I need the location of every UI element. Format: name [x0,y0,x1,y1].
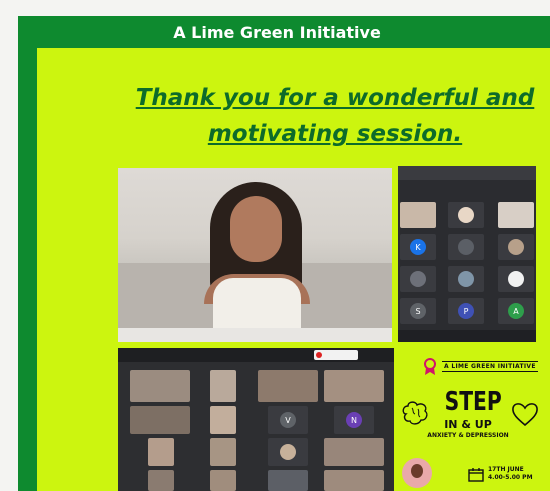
participant-photo [458,239,474,255]
banner-title: A Lime Green Initiative [173,22,381,42]
heart-icon [512,403,538,427]
poster-date: 17TH JUNE [488,466,524,473]
participant-tile [448,202,484,228]
participant-tile [400,202,436,228]
participant-tile [448,266,484,292]
poster-date-time: 17TH JUNE 4.00-5.00 PM [488,466,533,482]
participant-avatar: N [346,412,362,428]
participant-tile [148,438,174,466]
headline-line-2: motivating session. [207,121,463,147]
participant-tile [130,406,190,434]
participant-tile [210,438,236,466]
brain-icon [402,401,428,425]
participant-tile [324,370,384,402]
poster-title: STEP [444,387,502,417]
participant-tile [130,370,190,402]
record-dot-icon [316,352,322,358]
meeting-grid-right: K S P A [398,166,536,342]
participant-tile [400,266,436,292]
poster-subtitle: IN & UP [444,418,492,431]
participant-tile [268,438,308,466]
headline-line-1: Thank you for a wonderful and [135,85,535,111]
participant-photo [458,207,474,223]
browser-tab-bar [398,166,536,180]
participant-tile: S [400,298,436,324]
speaker-photo [402,458,432,488]
video-bottom-bar [118,328,392,342]
participant-photo [458,271,474,287]
speaker-head [411,464,423,478]
participant-tile [498,266,534,292]
participant-tile: V [268,406,308,434]
participant-tile: A [498,298,534,324]
ribbon-icon [424,358,436,375]
participant-avatar: P [458,303,474,319]
participant-avatar: S [410,303,426,319]
speaker-face [230,196,282,262]
participant-tile [324,470,384,491]
meeting-grid-bottom: V N [118,348,394,491]
headline: Thank you for a wonderful and motivating… [100,80,550,152]
participant-photo [410,271,426,287]
event-poster: A LIME GREEN INITIATIVE STEP IN & UP ANX… [398,348,550,491]
participant-tile [210,370,236,402]
participant-photo [280,444,296,460]
recording-indicator [314,350,358,360]
participant-avatar: K [410,239,426,255]
participant-tile: P [448,298,484,324]
meeting-control-bar [398,330,536,342]
participant-tile [324,438,384,466]
poster-time: 4.00-5.00 PM [488,474,533,481]
poster-org-name: A LIME GREEN INITIATIVE [442,361,538,372]
participant-photo [508,271,524,287]
participant-tile [210,406,236,434]
participant-tile [498,202,534,228]
participant-tile [268,470,308,491]
participant-tile [210,470,236,491]
participant-tile [258,370,318,402]
participant-photo [508,239,524,255]
participant-avatar: A [508,303,524,319]
participant-tile: N [334,406,374,434]
participant-tile [448,234,484,260]
banner: A Lime Green Initiative [18,16,550,48]
slide: A Lime Green Initiative Thank you for a … [0,0,550,491]
poster-topic: ANXIETY & DEPRESSION [427,432,509,439]
calendar-icon [468,468,484,482]
participant-avatar: V [280,412,296,428]
participant-tile: K [400,234,436,260]
participant-tile [148,470,174,491]
speaker-video-photo [118,168,392,342]
participant-tile [498,234,534,260]
